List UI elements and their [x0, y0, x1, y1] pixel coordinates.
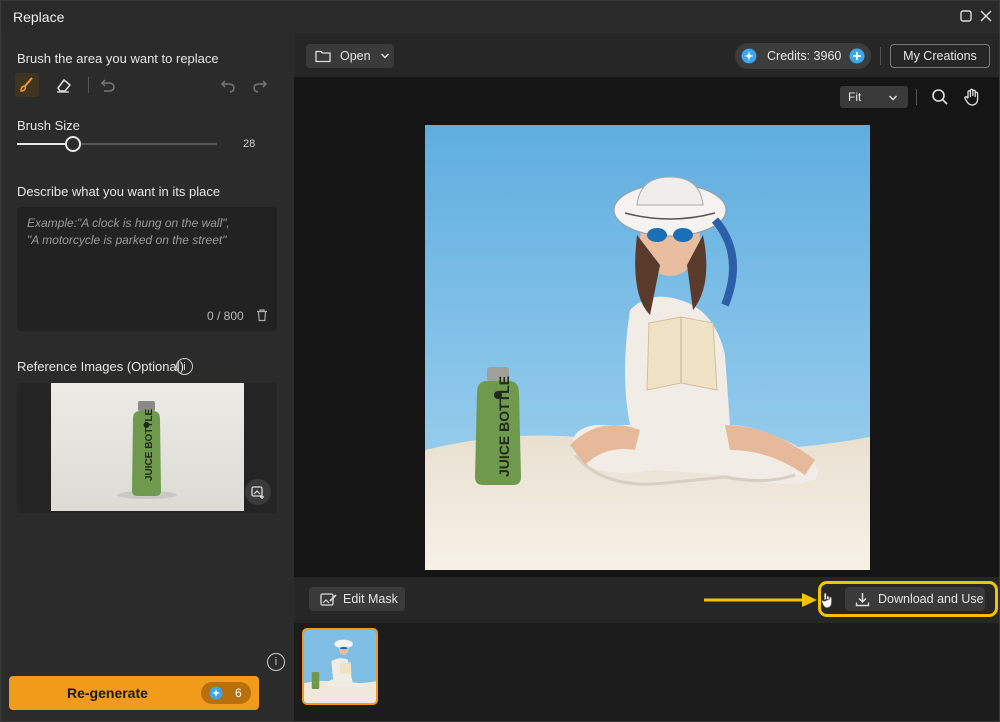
brush-icon: [20, 77, 33, 92]
settings-panel: Brush the area you want to replace Brush…: [1, 33, 294, 721]
reference-image: JUICE BOTTLE: [51, 383, 244, 511]
brush-size-slider-thumb[interactable]: [65, 136, 81, 152]
image-canvas[interactable]: Fit JUICE BOTTLE: [294, 77, 999, 577]
maximize-icon[interactable]: [959, 9, 973, 23]
reference-images-label: Reference Images (Optional): [17, 359, 184, 374]
trash-icon[interactable]: [255, 308, 269, 322]
image-swap-icon: [251, 486, 264, 499]
zoom-tool-button[interactable]: [928, 85, 952, 109]
eraser-tool-button[interactable]: [51, 73, 75, 97]
chevron-down-icon: [888, 95, 898, 101]
bottle-label: JUICE BOTTLE: [496, 376, 512, 477]
reference-info-icon[interactable]: i: [176, 358, 193, 375]
edit-mask-button[interactable]: Edit Mask: [309, 587, 405, 611]
topbar-divider: [880, 47, 881, 65]
regenerate-info-icon[interactable]: i: [267, 653, 285, 671]
regenerate-label: Re-generate: [67, 685, 148, 701]
brush-area-label: Brush the area you want to replace: [17, 51, 219, 66]
prompt-placeholder: Example:"A clock is hung on the wall", "…: [27, 216, 230, 247]
brush-size-value: 28: [243, 138, 256, 150]
reset-mask-button[interactable]: [95, 73, 119, 97]
add-credits-icon[interactable]: [849, 48, 865, 64]
hand-icon: [964, 88, 979, 106]
canvas-toolbar-divider: [916, 89, 917, 105]
result-thumbnail[interactable]: [302, 628, 378, 705]
redo-icon: [253, 80, 268, 93]
credit-icon: [209, 686, 223, 700]
redo-button[interactable]: [249, 73, 273, 97]
download-highlight: [818, 581, 998, 617]
zoom-value: Fit: [848, 90, 862, 104]
pan-tool-button[interactable]: [960, 85, 984, 109]
top-toolbar: Open Credits: 3960 My Creations: [294, 33, 999, 77]
zoom-select[interactable]: Fit: [840, 86, 908, 108]
reference-image-slot[interactable]: JUICE BOTTLE: [17, 383, 277, 513]
undo-brush-icon: [100, 79, 115, 92]
my-creations-button[interactable]: My Creations: [890, 44, 990, 68]
brush-size-label: Brush Size: [17, 118, 80, 133]
results-strip: [294, 623, 999, 721]
toolbar-divider: [88, 77, 89, 93]
result-image[interactable]: JUICE BOTTLE: [425, 125, 870, 570]
window-title: Replace: [13, 9, 65, 25]
reference-bottle-label: JUICE BOTTLE: [144, 408, 155, 481]
regenerate-cost-badge: 6: [201, 682, 251, 704]
prompt-label: Describe what you want in its place: [17, 184, 221, 199]
edit-mask-label: Edit Mask: [343, 592, 398, 606]
undo-button[interactable]: [215, 73, 239, 97]
open-button[interactable]: Open: [306, 44, 394, 68]
title-bar: Replace: [1, 1, 999, 33]
replace-window: Replace Brush the area you want to repla…: [0, 0, 1000, 722]
bottom-toolbar: Edit Mask Download and Use: [294, 577, 999, 623]
brush-size-slider[interactable]: [17, 143, 217, 145]
regenerate-button[interactable]: Re-generate 6: [9, 676, 259, 710]
magnifier-icon: [932, 89, 948, 105]
arrow-right-icon: [704, 593, 817, 607]
regenerate-cost: 6: [235, 686, 242, 700]
eraser-icon: [57, 78, 72, 93]
credits-text: Credits: 3960: [767, 49, 842, 63]
close-icon[interactable]: [979, 9, 993, 23]
replace-reference-button[interactable]: [245, 479, 271, 505]
brush-tool-button[interactable]: [15, 73, 39, 97]
character-count: 0 / 800: [207, 309, 244, 323]
folder-icon: [315, 50, 331, 63]
prompt-textarea[interactable]: Example:"A clock is hung on the wall", "…: [17, 207, 277, 331]
credit-icon: [741, 48, 757, 64]
edit-image-icon: [320, 592, 337, 606]
undo-icon: [220, 80, 235, 93]
credits-badge: Credits: 3960: [735, 43, 871, 69]
chevron-down-icon: [380, 53, 389, 59]
open-label: Open: [340, 49, 371, 63]
